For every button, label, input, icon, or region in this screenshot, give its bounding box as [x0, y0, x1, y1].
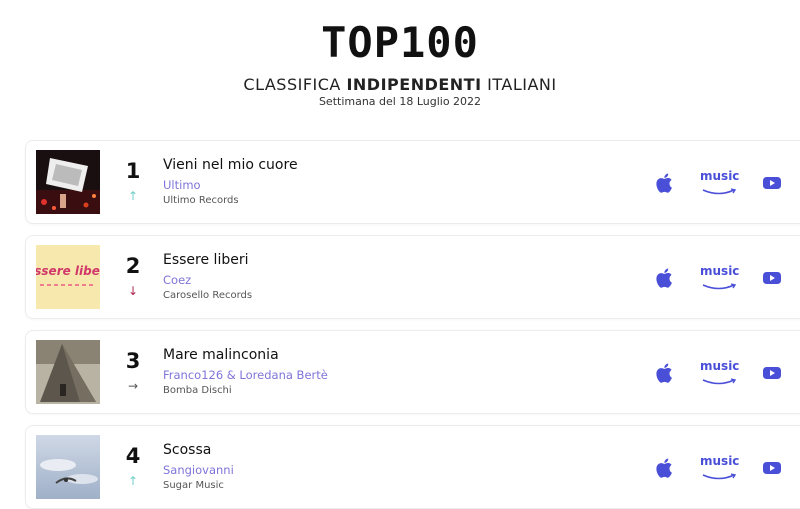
- apple-music-icon[interactable]: [654, 456, 676, 480]
- page-title: TOP100: [321, 18, 479, 67]
- record-label: Bomba Dischi: [163, 385, 232, 396]
- rank-number: 4: [125, 444, 141, 468]
- chart-entry[interactable]: 3 → Mare malinconia Franco126 & Loredana…: [25, 330, 800, 414]
- chart-subtitle: CLASSIFICA INDIPENDENTI ITALIANI: [0, 75, 800, 94]
- record-label: Ultimo Records: [163, 195, 239, 206]
- amazon-music-icon[interactable]: music: [700, 169, 740, 196]
- subtitle-bold: INDIPENDENTI: [346, 75, 482, 94]
- chart-entry[interactable]: Essere liberi 2 ↓ Essere liberi Coez Car…: [25, 235, 800, 319]
- apple-music-icon[interactable]: [654, 171, 676, 195]
- rank-number: 2: [125, 254, 141, 278]
- artist-name[interactable]: Franco126 & Loredana Bertè: [163, 368, 328, 382]
- album-cover[interactable]: [36, 340, 100, 404]
- youtube-icon[interactable]: [762, 460, 782, 476]
- record-label: Carosello Records: [163, 290, 253, 301]
- week-date: Settimana del 18 Luglio 2022: [318, 95, 482, 108]
- rank-number: 3: [125, 349, 141, 373]
- subtitle-prefix: CLASSIFICA: [243, 75, 347, 94]
- trend-up-icon: ↑: [127, 474, 139, 488]
- artist-name[interactable]: Coez: [163, 273, 191, 287]
- amazon-music-icon[interactable]: music: [700, 454, 740, 481]
- record-label: Sugar Music: [163, 480, 224, 491]
- album-cover[interactable]: [36, 435, 100, 499]
- youtube-icon[interactable]: [762, 270, 782, 286]
- apple-music-icon[interactable]: [654, 266, 676, 290]
- artist-name[interactable]: Ultimo: [163, 178, 201, 192]
- youtube-icon[interactable]: [762, 175, 782, 191]
- chart-entry[interactable]: 4 ↑ Scossa Sangiovanni Sugar Music music: [25, 425, 800, 509]
- subtitle-suffix: ITALIANI: [481, 75, 557, 94]
- youtube-icon[interactable]: [762, 365, 782, 381]
- amazon-music-text: music: [700, 169, 740, 183]
- song-title: Essere liberi: [163, 252, 249, 268]
- trend-same-icon: →: [127, 379, 139, 393]
- amazon-music-text: music: [700, 264, 740, 278]
- cover-text: Essere liberi: [36, 264, 100, 278]
- song-title: Mare malinconia: [163, 347, 279, 363]
- album-cover[interactable]: Essere liberi: [36, 245, 100, 309]
- trend-down-icon: ↓: [127, 284, 139, 298]
- trend-up-icon: ↑: [127, 189, 139, 203]
- rank-number: 1: [125, 159, 141, 183]
- apple-music-icon[interactable]: [654, 361, 676, 385]
- chart-entry[interactable]: 1 ↑ Vieni nel mio cuore Ultimo Ultimo Re…: [25, 140, 800, 224]
- amazon-music-text: music: [700, 359, 740, 373]
- amazon-music-text: music: [700, 454, 740, 468]
- amazon-music-icon[interactable]: music: [700, 264, 740, 291]
- album-cover[interactable]: [36, 150, 100, 214]
- artist-name[interactable]: Sangiovanni: [163, 463, 234, 477]
- song-title: Vieni nel mio cuore: [163, 157, 298, 173]
- amazon-music-icon[interactable]: music: [700, 359, 740, 386]
- song-title: Scossa: [163, 442, 212, 458]
